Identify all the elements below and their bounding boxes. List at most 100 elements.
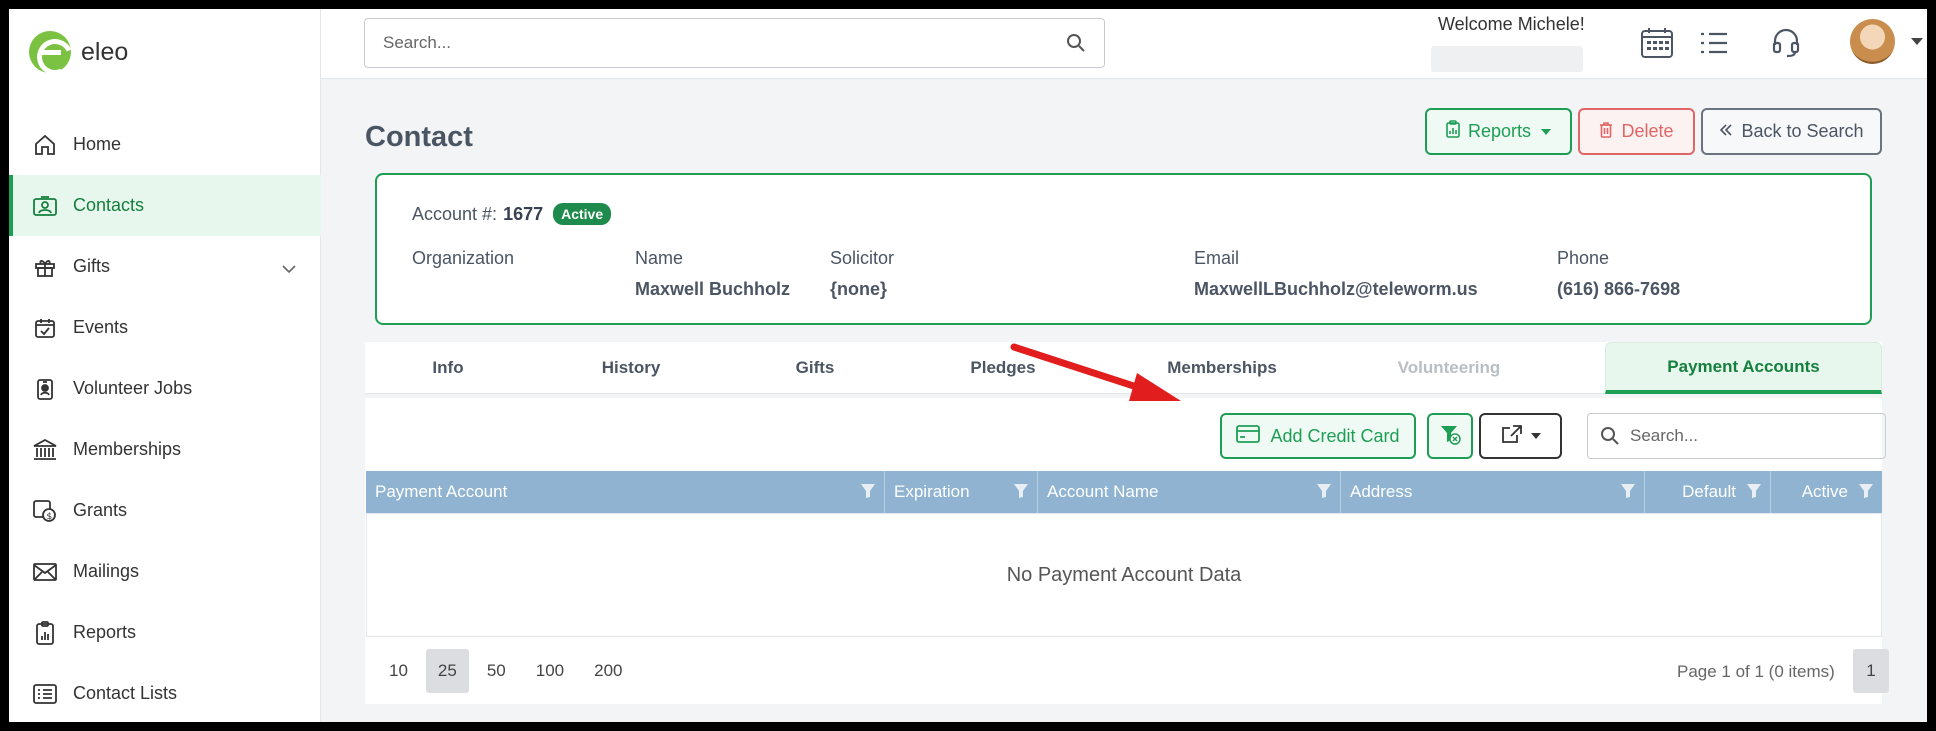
svg-text:$: $: [47, 512, 53, 522]
sidebar-item-reports[interactable]: Reports: [9, 602, 321, 663]
money-bag-icon: $: [31, 497, 59, 525]
status-badge: Active: [553, 203, 612, 225]
sidebar-item-label: Contacts: [73, 195, 145, 215]
field-value: {none}: [830, 279, 888, 299]
field-value[interactable]: MaxwellLBuchholz@teleworm.us: [1194, 279, 1478, 300]
page-size-100[interactable]: 100: [524, 649, 576, 693]
caret-down-icon: [1530, 433, 1541, 439]
filter-icon[interactable]: [1746, 483, 1762, 504]
global-search-input[interactable]: Search...: [364, 18, 1105, 68]
sidebar-item-label: Mailings: [73, 561, 140, 581]
grid-search-input[interactable]: Search...: [1587, 413, 1886, 459]
column-default[interactable]: Default: [1645, 471, 1771, 513]
app-name: eleo: [81, 37, 129, 66]
search-icon: [1600, 426, 1620, 451]
page-size-10[interactable]: 10: [377, 649, 420, 693]
page-size-200[interactable]: 200: [582, 649, 634, 693]
sidebar-item-home[interactable]: Home: [9, 114, 321, 175]
column-label: Default: [1682, 482, 1736, 501]
sidebar-item-label: Contact Lists: [73, 683, 178, 703]
filter-clear-icon: [1439, 423, 1461, 450]
field-label: Email: [1194, 248, 1240, 268]
field-value: Maxwell Buchholz: [635, 279, 791, 299]
add-credit-card-button[interactable]: Add Credit Card: [1220, 413, 1416, 459]
delete-button[interactable]: Delete: [1578, 108, 1695, 155]
field-label: Organization: [412, 248, 515, 268]
tab-gifts[interactable]: Gifts: [731, 342, 899, 394]
field-label: Name: [635, 248, 684, 268]
name-field: Name Maxwell Buchholz: [635, 248, 790, 300]
sidebar-item-grants[interactable]: $ Grants: [9, 480, 321, 541]
tab-payment-accounts[interactable]: Payment Accounts: [1605, 342, 1882, 394]
eleo-logo-icon: [29, 31, 71, 73]
page-info: Page 1 of 1 (0 items): [1677, 662, 1835, 681]
empty-grid-message: No Payment Account Data: [366, 513, 1882, 637]
sidebar-nav: Home Contacts Gifts Events Volunteer Job…: [9, 114, 321, 722]
reports-label: Reports: [1467, 121, 1532, 141]
tab-volunteering: Volunteering: [1397, 358, 1501, 377]
column-account-name[interactable]: Account Name: [1038, 471, 1341, 513]
double-chevron-left-icon: [1719, 121, 1733, 142]
sidebar-item-gifts[interactable]: Gifts: [9, 236, 321, 297]
sidebar-item-mailings[interactable]: Mailings: [9, 541, 321, 602]
sidebar-item-label: Gifts: [73, 256, 111, 276]
filter-icon[interactable]: [1316, 483, 1332, 504]
sidebar-item-volunteer-jobs[interactable]: Volunteer Jobs: [9, 358, 321, 419]
clear-filter-button[interactable]: [1427, 413, 1473, 459]
sidebar-item-label: Reports: [73, 622, 137, 642]
page-size-selector: 10 25 50 100 200: [377, 649, 641, 693]
task-list-icon[interactable]: [1699, 31, 1729, 60]
column-expiration[interactable]: Expiration: [885, 471, 1038, 513]
column-active[interactable]: Active: [1771, 471, 1882, 513]
clipboard-chart-icon: [31, 619, 59, 647]
column-label: Account Name: [1047, 482, 1159, 501]
search-placeholder: Search...: [383, 33, 452, 52]
calendar-icon[interactable]: [1640, 27, 1674, 64]
badge-icon: [31, 375, 59, 403]
clipboard-icon: [1446, 120, 1460, 143]
page-title: Contact: [365, 121, 473, 153]
email-field: Email MaxwellLBuchholz@teleworm.us: [1194, 248, 1478, 300]
filter-icon[interactable]: [1620, 483, 1636, 504]
account-label: Account #:: [412, 203, 498, 224]
caret-down-icon[interactable]: [1911, 38, 1923, 45]
field-value: (616) 866-7698: [1557, 279, 1681, 299]
chevron-down-icon[interactable]: [281, 258, 297, 279]
reports-button[interactable]: Reports: [1425, 108, 1572, 155]
column-address[interactable]: Address: [1341, 471, 1645, 513]
logo[interactable]: eleo: [29, 31, 128, 73]
sidebar-item-events[interactable]: Events: [9, 297, 321, 358]
annotation-arrow-icon: [1010, 343, 1181, 401]
tab-info[interactable]: Info: [365, 342, 531, 394]
field-label: Solicitor: [830, 248, 895, 268]
sidebar-item-memberships[interactable]: Memberships: [9, 419, 321, 480]
column-label: Address: [1350, 482, 1413, 501]
headset-icon[interactable]: [1772, 28, 1800, 63]
grid-header: Payment Account Expiration Account Name …: [366, 471, 1882, 513]
trash-icon: [1599, 121, 1613, 143]
page-button-1[interactable]: 1: [1853, 649, 1889, 693]
delete-label: Delete: [1621, 121, 1674, 141]
avatar[interactable]: [1850, 19, 1895, 64]
column-label: Expiration: [894, 482, 970, 501]
list-icon: [31, 680, 59, 708]
filter-icon[interactable]: [860, 483, 876, 504]
sidebar-item-contact-lists[interactable]: Contact Lists: [9, 663, 321, 722]
tab-history[interactable]: History: [531, 342, 731, 394]
sidebar-item-contacts[interactable]: Contacts: [9, 175, 321, 236]
page-size-25[interactable]: 25: [425, 649, 469, 693]
credit-card-icon: [1236, 424, 1261, 448]
back-to-search-button[interactable]: Back to Search: [1701, 108, 1882, 155]
redacted-user-info: [1431, 46, 1583, 72]
phone-field: Phone (616) 866-7698: [1557, 248, 1680, 300]
app-window: eleo Home Contacts Gifts Events Voluntee…: [9, 9, 1927, 722]
column-payment-account[interactable]: Payment Account: [366, 471, 885, 513]
filter-icon[interactable]: [1858, 483, 1874, 504]
filter-icon[interactable]: [1013, 483, 1029, 504]
contact-card-icon: [31, 192, 59, 220]
welcome-text: Welcome Michele!: [1438, 14, 1585, 34]
page-size-50[interactable]: 50: [475, 649, 518, 693]
account-number-value: 1677: [503, 203, 544, 224]
search-icon[interactable]: [1066, 33, 1086, 58]
export-button[interactable]: [1479, 413, 1562, 459]
